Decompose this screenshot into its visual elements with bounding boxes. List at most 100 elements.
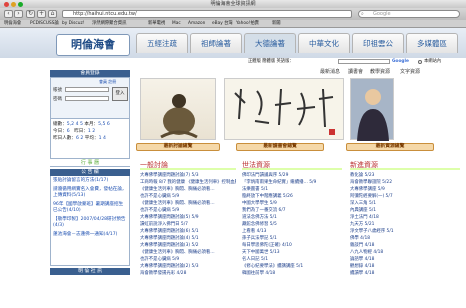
painting-monk-image[interactable] <box>140 78 216 140</box>
close-window-button[interactable] <box>4 1 9 7</box>
add-bookmark-button[interactable]: + <box>37 10 46 18</box>
list-item[interactable]: 淨土法門 4/18 <box>350 214 460 221</box>
bookmark-item[interactable]: Mac <box>172 21 181 27</box>
list-item[interactable]: 續讀學 4/18 <box>350 270 460 277</box>
bookmark-item[interactable]: Yahoo!拍賣 <box>236 21 259 27</box>
bookmark-item[interactable]: eBay 台灣 <box>212 21 233 27</box>
list-item[interactable]: 阿彌陀經要解(一) 5/7 <box>350 193 460 200</box>
back-button[interactable]: ‹ <box>4 10 13 18</box>
tab-five-classics[interactable]: 五經注疏 <box>136 33 188 53</box>
announcement-item[interactable]: 請遵循用網實名入會費，發帖在論，上傳資料(5/13) <box>53 187 127 199</box>
list-item[interactable]: 海會教學聯誼院 5/22 <box>350 179 460 186</box>
minimize-window-button[interactable] <box>11 1 16 7</box>
list-item[interactable]: 《修心紀要學法》續講講座 5/1 <box>242 263 342 270</box>
bookmark-item[interactable]: Amazon <box>188 21 205 27</box>
calligraphy-image[interactable] <box>224 78 344 140</box>
list-item[interactable]: 八九人物經 4/18 <box>350 249 460 256</box>
site-radio[interactable] <box>418 60 422 64</box>
list-item[interactable]: 論語學 4/18 <box>350 256 460 263</box>
language-links[interactable]: 正體版 簡體版 英語版： <box>248 58 294 66</box>
list-item[interactable]: 淨文學子八歲經序 5/1 <box>350 228 460 235</box>
list-item[interactable]: 九天方 5/21 <box>350 221 460 228</box>
list-item[interactable]: 內典講座 5/1 <box>350 207 460 214</box>
reload-button[interactable]: ↻ <box>26 10 35 18</box>
list-item[interactable]: 也許不是心臟病 5/9 <box>140 207 236 214</box>
list-item[interactable]: 大專佛學講座問題討論(2) 5/3 <box>140 263 236 270</box>
list-item[interactable]: 大專佛學講座問題討論(7) 5/3 <box>140 172 236 179</box>
list-item[interactable]: 佛學 4/18 <box>350 235 460 242</box>
announcement-item[interactable]: 張貼討論留言的方法(1/17) <box>53 178 127 184</box>
latest-studygroup-banner[interactable]: 最新讀書會總覽 <box>236 143 324 151</box>
forward-button[interactable]: › <box>14 10 23 18</box>
list-item[interactable]: 《健康生活列車》胸悶、胸痛必須看… <box>140 200 236 207</box>
search-icon: ⌕ <box>361 10 364 17</box>
tab-chinese-culture[interactable]: 中華文化 <box>298 33 350 53</box>
list-item[interactable]: 也許不是心臟病 5/9 <box>140 256 236 263</box>
list-item[interactable]: 讀虹前說淨入佛門日 5/7 <box>140 221 236 228</box>
list-item[interactable]: 佛印法門讀誦與序 5/29 <box>242 172 342 179</box>
list-item[interactable]: 「李炳南雨果生命紀實」繼續播… 5/9 <box>242 179 342 186</box>
list-item[interactable]: 深入三角 5/1 <box>350 200 460 207</box>
announcement-item[interactable]: 【敬學印製】2007/04/28研討預告(4/3) <box>53 217 127 229</box>
master-portrait-image[interactable] <box>350 78 394 141</box>
tab-multimedia[interactable]: 多媒體區 <box>406 33 458 53</box>
list-item[interactable]: 觀想錄 4/18 <box>350 263 460 270</box>
list-item[interactable]: 大專佛學講座問題討論(5) 5/9 <box>140 214 236 221</box>
login-button[interactable]: 登入 <box>112 87 128 101</box>
tab-latest-news[interactable]: 最新消息 <box>320 68 340 76</box>
site-search-input[interactable] <box>338 59 390 64</box>
stat-value: 5,5 6 <box>98 122 110 127</box>
announcement-item[interactable]: 96年【國學啟蒙班】暑期講座招生已公告(4/10) <box>53 202 127 214</box>
address-bar[interactable]: http://haihui.ntcu.edu.tw/ <box>62 10 352 18</box>
tab-text-resources[interactable]: 文字資源 <box>400 68 420 76</box>
tab-yinguang[interactable]: 印祖雲公 <box>352 33 404 53</box>
list-item[interactable]: 名人日記 5/1 <box>242 256 342 263</box>
announcement-item[interactable]: 蓮池海會－志蓮佛一通知(4/17) <box>53 232 127 238</box>
tab-teaching-resources[interactable]: 教學資源 <box>370 68 390 76</box>
password-input[interactable] <box>65 96 109 101</box>
home-button[interactable]: ⌂ <box>48 10 57 18</box>
list-item[interactable]: 《健康生活列車》胸悶、胸痛必須看… <box>140 249 236 256</box>
list-item[interactable]: 海會教學發揚光彩 4/28 <box>140 270 236 277</box>
calendar-title[interactable]: 行 事 曆 <box>50 159 130 167</box>
bookmark-item[interactable]: by Discuz! <box>62 21 84 27</box>
zoom-window-button[interactable] <box>18 1 23 7</box>
register-link[interactable]: 會員 註冊 <box>99 79 116 85</box>
list-item[interactable]: 天下中國萬世 5/13 <box>242 249 342 256</box>
list-item[interactable]: 道法念佛方法 5/1 <box>242 214 342 221</box>
account-input[interactable] <box>65 87 109 92</box>
list-item[interactable]: 大專佛學講座 5/9 <box>350 186 460 193</box>
stat-value: 6 <box>66 129 70 134</box>
bookmark-item[interactable]: 明倫海會 <box>4 21 21 27</box>
list-item[interactable]: 雜談門 4/18 <box>350 242 460 249</box>
bookmark-item[interactable]: 淨然網際聚合資訊 <box>92 21 126 27</box>
list-item[interactable]: 韓國往前學 4/18 <box>242 270 342 277</box>
latest-discussions-banner[interactable]: 最新討論總覽 <box>136 143 220 151</box>
list-item[interactable]: 孫子兵法學記 5/1 <box>242 235 342 242</box>
latest-resources-banner[interactable]: 最新資源總覽 <box>346 143 434 151</box>
list-item[interactable]: 藏館念佛修習 5/5 <box>242 221 342 228</box>
tab-master-works[interactable]: 大德論著 <box>244 33 296 53</box>
site-logo[interactable]: 明倫海會 <box>56 34 130 56</box>
list-item[interactable]: 教化論 5/23 <box>350 172 460 179</box>
search-field[interactable]: Google <box>358 10 460 18</box>
bookmark-item[interactable]: 新聞 <box>272 21 281 27</box>
list-item[interactable]: 法樂圖書 5/1 <box>242 186 342 193</box>
list-item[interactable]: 大專佛學講座問題討論(4) 5/1 <box>140 235 236 242</box>
list-item[interactable]: 中國大學學生 5/9 <box>242 200 342 207</box>
list-item[interactable]: 大專佛學講座問題討論(3) 5/2 <box>140 242 236 249</box>
list-item[interactable]: 也許不是心臟病 5/9 <box>140 193 236 200</box>
stat-label: 今日： <box>53 129 67 134</box>
bookmark-item[interactable]: 新華電視 <box>148 21 165 27</box>
list-item[interactable]: 上看看 4/13 <box>242 228 342 235</box>
list-item[interactable]: 臨終放下中階應講義 5/26 <box>242 193 342 200</box>
stat-value: 1 2 <box>87 129 96 134</box>
list-item[interactable]: 《健康生活列車》胸悶、胸痛必須看… <box>140 186 236 193</box>
list-item[interactable]: 每日學思佛陀(正確) 4/10 <box>242 242 342 249</box>
bookmark-item[interactable]: PCDISCUSS論 <box>30 21 59 27</box>
list-item[interactable]: 我們為了一番交流 6/7 <box>242 207 342 214</box>
list-item[interactable]: 工商時報 8/7 我的健康 《健康生活列車》控制血壓 5/9 <box>140 179 236 186</box>
tab-patriarch-works[interactable]: 祖師論著 <box>190 33 242 53</box>
list-item[interactable]: 大專佛學講座問題討論(6) 5/1 <box>140 228 236 235</box>
tab-study-group[interactable]: 讀書會 <box>348 68 363 76</box>
